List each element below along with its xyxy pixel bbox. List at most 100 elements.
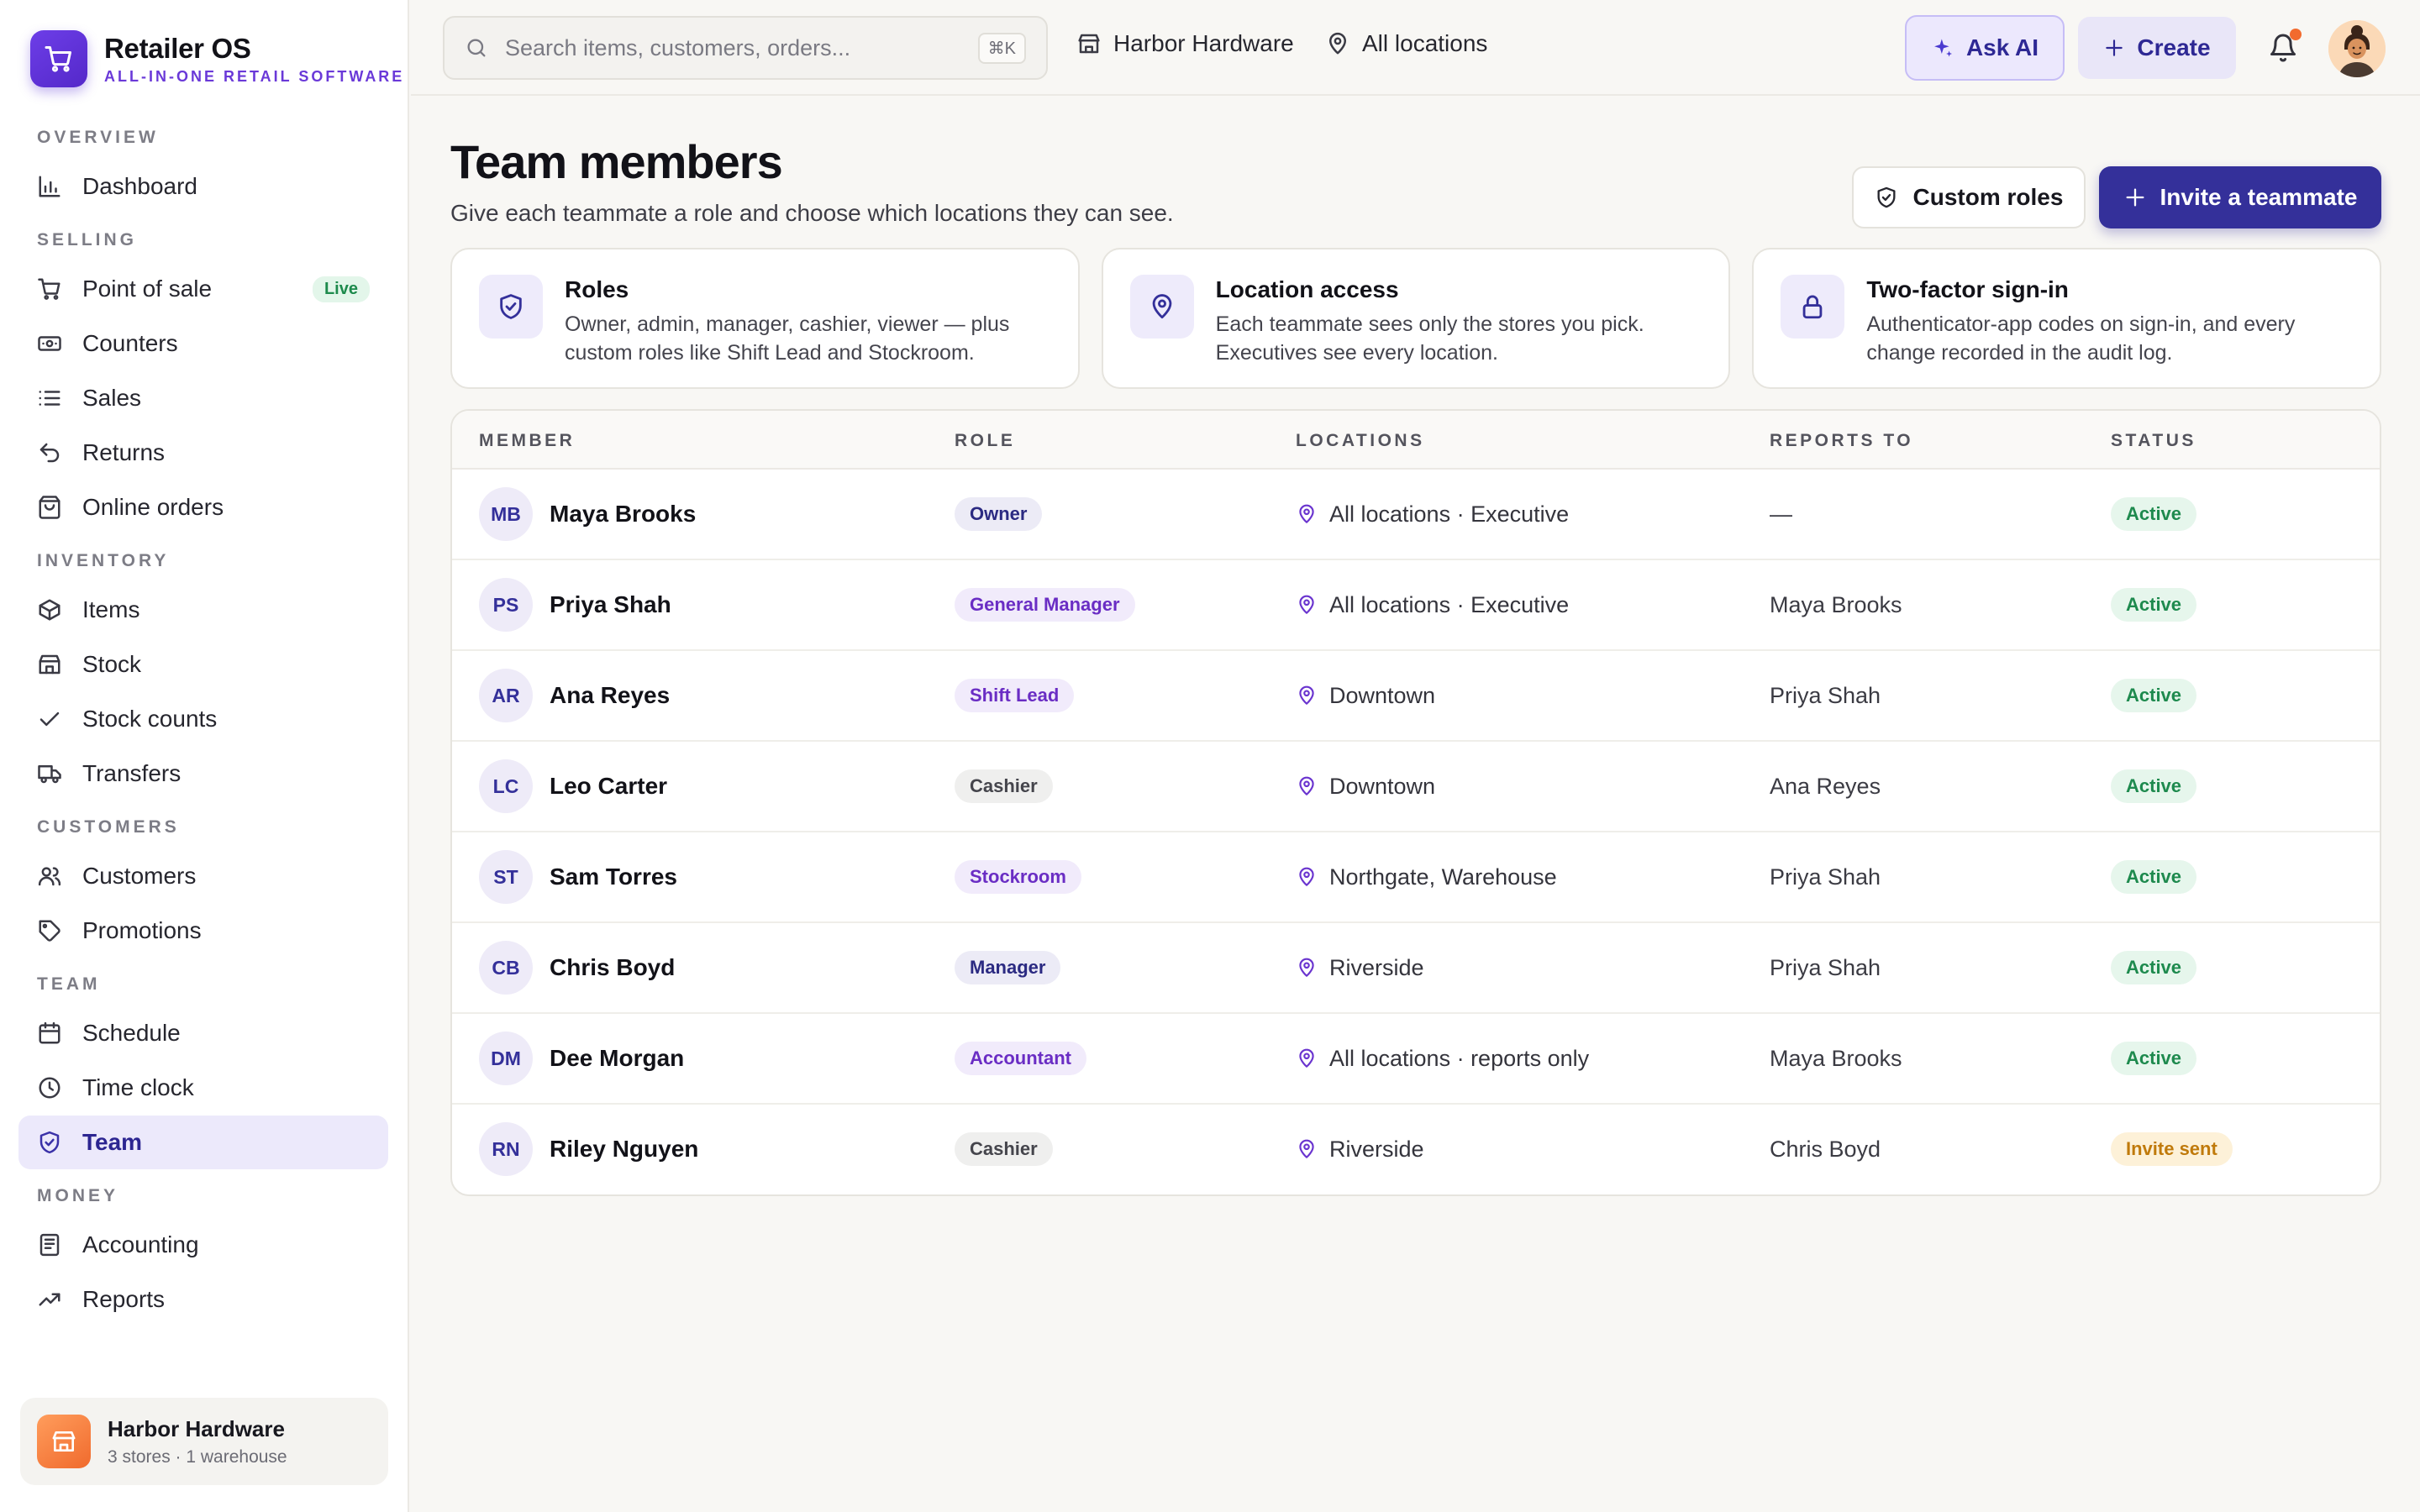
sidebar-item-counters[interactable]: Counters: [18, 317, 388, 370]
plus-icon: [2106, 39, 2123, 56]
table-row[interactable]: AR Ana Reyes Shift Lead Downtown Priya S…: [452, 651, 2380, 742]
table-row[interactable]: ST Sam Torres Stockroom Northgate, Wareh…: [452, 832, 2380, 923]
role-badge[interactable]: Manager: [955, 951, 1061, 984]
sidebar-item-online-orders[interactable]: Online orders: [18, 480, 388, 534]
custom-roles-button[interactable]: Custom roles: [1852, 166, 2086, 228]
column-header-member[interactable]: MEMBER: [479, 431, 575, 451]
sidebar-item-stock[interactable]: Stock: [18, 638, 388, 691]
sidebar-item-promotions[interactable]: Promotions: [18, 904, 388, 958]
status-badge: Active: [2111, 497, 2197, 531]
trending-up-icon: [39, 1293, 60, 1306]
status-cell: Active: [2111, 651, 2197, 740]
shopping-cart-icon: [38, 278, 60, 300]
member-name: Priya Shah: [550, 591, 671, 617]
role-badge[interactable]: Shift Lead: [955, 679, 1075, 712]
map-pin-icon: [1299, 867, 1314, 886]
search-bar[interactable]: ⌘K: [443, 16, 1048, 80]
avatar[interactable]: [2328, 20, 2386, 77]
brand-tagline: ALL-IN-ONE RETAIL SOFTWARE: [104, 67, 405, 85]
shield-check-icon: [1877, 186, 1896, 208]
table-row[interactable]: LC Leo Carter Cashier Downtown Ana Reyes…: [452, 742, 2380, 832]
page-title: Team members: [450, 135, 783, 188]
reports-to-text: —: [1770, 501, 1792, 527]
reports-to-cell: Ana Reyes: [1770, 742, 1881, 831]
sidebar-item-point-of-sale[interactable]: Point of sale Live: [18, 262, 388, 316]
member-name: Leo Carter: [550, 773, 668, 799]
reports-to-cell: Priya Shah: [1770, 832, 1881, 921]
store-switcher[interactable]: Harbor Hardware 3 stores · 1 warehouse: [20, 1398, 388, 1485]
sidebar-item-reports[interactable]: Reports: [18, 1273, 388, 1326]
locations-text: All locations · Executive: [1329, 501, 1570, 527]
info-card-location-access: Location access Each teammate sees only …: [1101, 248, 1731, 389]
table-row[interactable]: PS Priya Shah General Manager All locati…: [452, 560, 2380, 651]
column-header-status[interactable]: STATUS: [2111, 431, 2196, 451]
table-row[interactable]: DM Dee Morgan Accountant All locations ·…: [452, 1014, 2380, 1105]
reports-to-cell: Maya Brooks: [1770, 560, 1902, 649]
nav-section-money: MONEY: [37, 1186, 119, 1205]
sidebar-item-stock-counts[interactable]: Stock counts: [18, 692, 388, 746]
column-header-reports-to[interactable]: REPORTS TO: [1770, 431, 1913, 451]
truck-icon: [38, 765, 61, 784]
sidebar-item-sales[interactable]: Sales: [18, 371, 388, 425]
nav-section-selling: SELLING: [37, 230, 138, 249]
map-pin-icon: [1299, 776, 1314, 795]
role-badge[interactable]: General Manager: [955, 588, 1135, 622]
table-row[interactable]: CB Chris Boyd Manager Riverside Priya Sh…: [452, 923, 2380, 1014]
sidebar-item-accounting[interactable]: Accounting: [18, 1218, 388, 1272]
info-card-title: Location access: [1215, 276, 1399, 302]
create-button[interactable]: Create: [2078, 17, 2236, 79]
locations-cell: All locations · Executive: [1296, 470, 1569, 559]
sidebar-item-label: Accounting: [82, 1231, 199, 1257]
bar-chart-icon: [39, 176, 60, 197]
member-initials: RN: [479, 1122, 533, 1176]
search-input[interactable]: [505, 34, 978, 61]
role-badge[interactable]: Owner: [955, 497, 1043, 531]
sidebar-item-label: Online orders: [82, 494, 224, 520]
sidebar-item-team[interactable]: Team: [18, 1116, 388, 1169]
sidebar-item-dashboard[interactable]: Dashboard: [18, 160, 388, 213]
nav-section-customers: CUSTOMERS: [37, 817, 180, 837]
ask-ai-button[interactable]: Ask AI: [1905, 15, 2065, 81]
info-card-text: Each teammate sees only the stores you p…: [1215, 312, 1644, 365]
check-icon: [39, 711, 60, 727]
live-badge: Live: [312, 276, 370, 302]
sidebar-item-customers[interactable]: Customers: [18, 849, 388, 903]
locations-text: All locations · Executive: [1329, 591, 1570, 617]
sidebar-item-schedule[interactable]: Schedule: [18, 1006, 388, 1060]
member-name: Chris Boyd: [550, 954, 676, 980]
store-selector[interactable]: Harbor Hardware: [1076, 30, 1294, 57]
sidebar-item-returns[interactable]: Returns: [18, 426, 388, 480]
role-badge[interactable]: Cashier: [955, 1132, 1053, 1166]
member-cell: RN Riley Nguyen: [479, 1105, 698, 1194]
invite-teammate-button[interactable]: Invite a teammate: [2099, 166, 2381, 228]
table-row[interactable]: MB Maya Brooks Owner All locations · Exe…: [452, 470, 2380, 560]
column-header-locations[interactable]: LOCATIONS: [1296, 431, 1425, 451]
brand[interactable]: Retailer OS ALL-IN-ONE RETAIL SOFTWARE: [30, 30, 404, 87]
member-cell: CB Chris Boyd: [479, 923, 675, 1012]
reports-to-text: Maya Brooks: [1770, 1045, 1902, 1071]
column-header-role[interactable]: ROLE: [955, 431, 1015, 451]
reports-to-text: Ana Reyes: [1770, 773, 1881, 799]
location-selector[interactable]: All locations: [1325, 30, 1487, 57]
role-badge[interactable]: Accountant: [955, 1042, 1086, 1075]
sidebar-item-transfers[interactable]: Transfers: [18, 747, 388, 801]
status-cell: Active: [2111, 742, 2197, 831]
member-name: Maya Brooks: [550, 501, 697, 527]
status-cell: Active: [2111, 470, 2197, 559]
reports-to-text: Priya Shah: [1770, 954, 1881, 980]
table-row[interactable]: RN Riley Nguyen Cashier Riverside Chris …: [452, 1105, 2380, 1194]
member-name: Sam Torres: [550, 864, 677, 890]
status-badge: Active: [2111, 1042, 2197, 1075]
sidebar-item-time-clock[interactable]: Time clock: [18, 1061, 388, 1115]
sidebar-item-label: Returns: [82, 439, 166, 465]
locations-text: All locations · reports only: [1329, 1045, 1590, 1071]
sidebar-item-items[interactable]: Items: [18, 583, 388, 637]
role-badge[interactable]: Cashier: [955, 769, 1053, 803]
member-initials: AR: [479, 669, 533, 722]
member-name: Ana Reyes: [550, 682, 671, 708]
team-table: MEMBER ROLE LOCATIONS REPORTS TO STATUS …: [450, 409, 2381, 1196]
role-badge[interactable]: Stockroom: [955, 860, 1081, 894]
status-badge: Active: [2111, 860, 2197, 894]
member-cell: AR Ana Reyes: [479, 651, 670, 740]
locations-text: Downtown: [1329, 682, 1436, 708]
